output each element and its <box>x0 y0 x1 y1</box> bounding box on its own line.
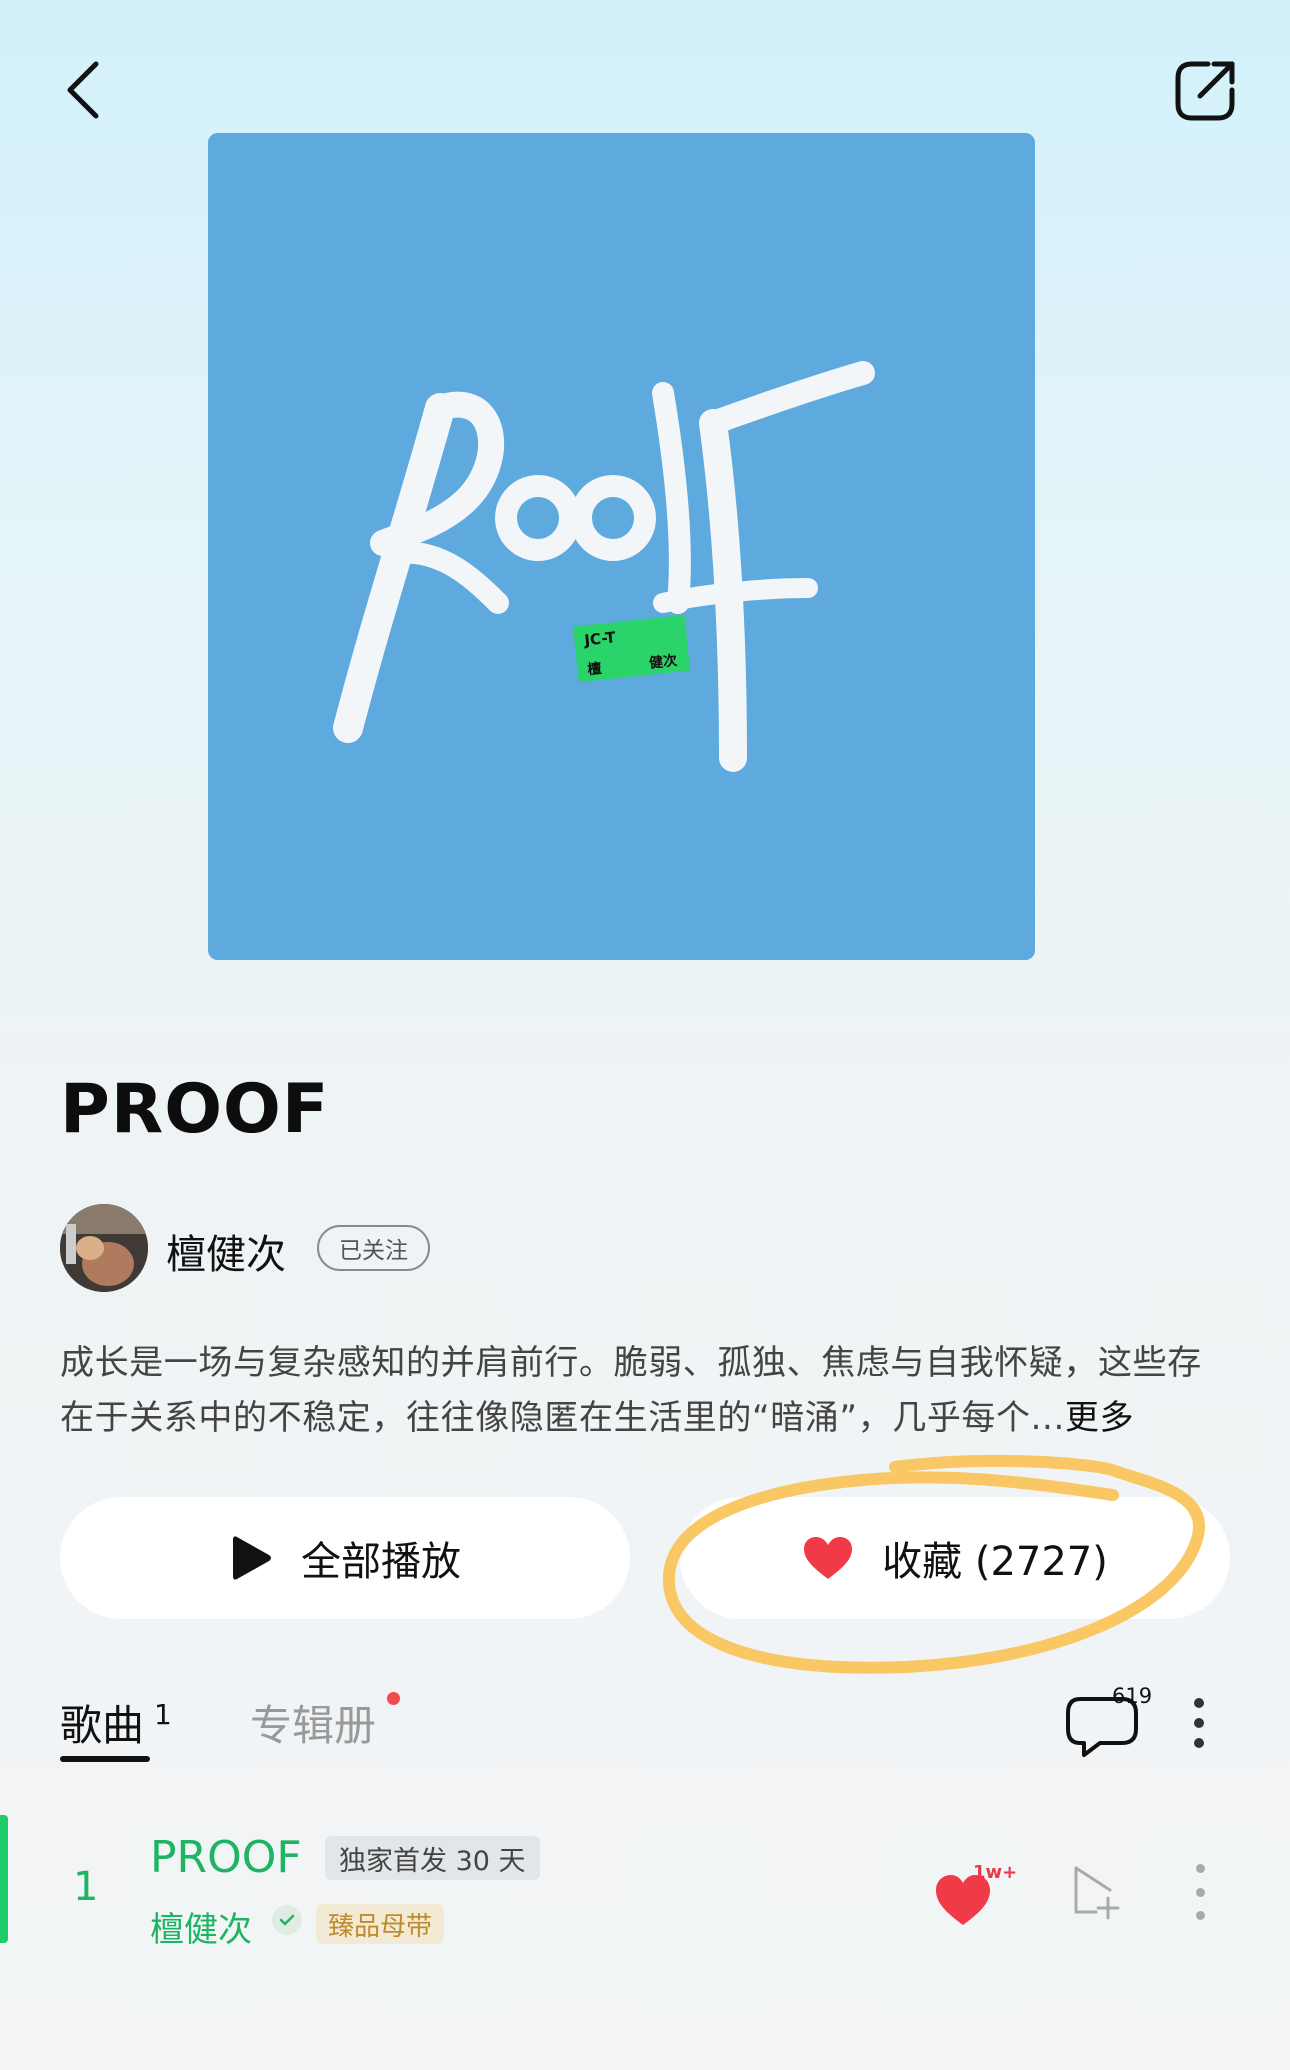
svg-text:JC-T: JC-T <box>583 628 618 649</box>
notification-dot <box>387 1692 400 1705</box>
artist-name[interactable]: 檀健次 <box>166 1222 286 1280</box>
album-title: PROOF <box>60 1070 330 1149</box>
svg-text:健次: 健次 <box>648 652 678 672</box>
album-cover-art: JC-T 檀 健次 <box>208 133 1035 960</box>
play-all-button[interactable]: 全部播放 <box>60 1497 630 1619</box>
description-text: 成长是一场与复杂感知的并肩前行。脆弱、孤独、焦虑与自我怀疑，这些存在于关系中的不… <box>60 1343 1202 1438</box>
track-more-button[interactable] <box>1187 1864 1213 1920</box>
track-more-dots-icon <box>1195 1864 1205 1873</box>
follow-button[interactable]: 已关注 <box>317 1225 430 1271</box>
heart-icon <box>804 1537 853 1579</box>
play-all-label: 全部播放 <box>301 1539 461 1585</box>
track-artist[interactable]: 檀健次 <box>150 1902 252 1951</box>
back-button[interactable] <box>44 50 124 130</box>
album-description[interactable]: 成长是一场与复杂感知的并肩前行。脆弱、孤独、焦虑与自我怀疑，这些存在于关系中的不… <box>60 1336 1230 1446</box>
track-number: 1 <box>73 1864 99 1910</box>
quality-badge: 臻品母带 <box>316 1904 445 1944</box>
tab-album-booklet[interactable]: 专辑册 <box>250 1692 376 1753</box>
more-options-button[interactable] <box>1180 1690 1218 1756</box>
add-to-playlist-icon[interactable] <box>1066 1862 1126 1922</box>
comment-count: 619 <box>1112 1684 1153 1708</box>
artist-avatar[interactable] <box>60 1204 148 1292</box>
play-icon <box>233 1536 271 1580</box>
share-button[interactable] <box>1160 46 1250 136</box>
share-icon <box>1175 61 1235 121</box>
cover-tag: JC-T 檀 健次 <box>572 614 691 683</box>
active-tab-indicator <box>60 1756 150 1762</box>
collect-button[interactable]: 收藏 (2727) <box>680 1497 1230 1619</box>
more-link[interactable]: 更多 <box>1065 1398 1134 1438</box>
track-title[interactable]: PROOF <box>150 1832 302 1883</box>
svg-text:檀: 檀 <box>587 660 603 678</box>
verified-check-icon <box>272 1905 302 1935</box>
track-like-count: 1w+ <box>973 1862 1018 1883</box>
more-dots-icon <box>1194 1698 1204 1708</box>
tab-songs[interactable]: 歌曲 1 <box>60 1692 172 1753</box>
exclusive-badge: 独家首发 30 天 <box>325 1836 540 1880</box>
album-cover[interactable]: JC-T 檀 健次 <box>208 133 1035 960</box>
tab-songs-count: 1 <box>154 1698 172 1731</box>
chevron-left-icon <box>67 61 99 119</box>
now-playing-indicator <box>0 1815 8 1943</box>
tab-songs-label: 歌曲 <box>60 1701 145 1750</box>
collect-label: 收藏 (2727) <box>882 1539 1108 1585</box>
